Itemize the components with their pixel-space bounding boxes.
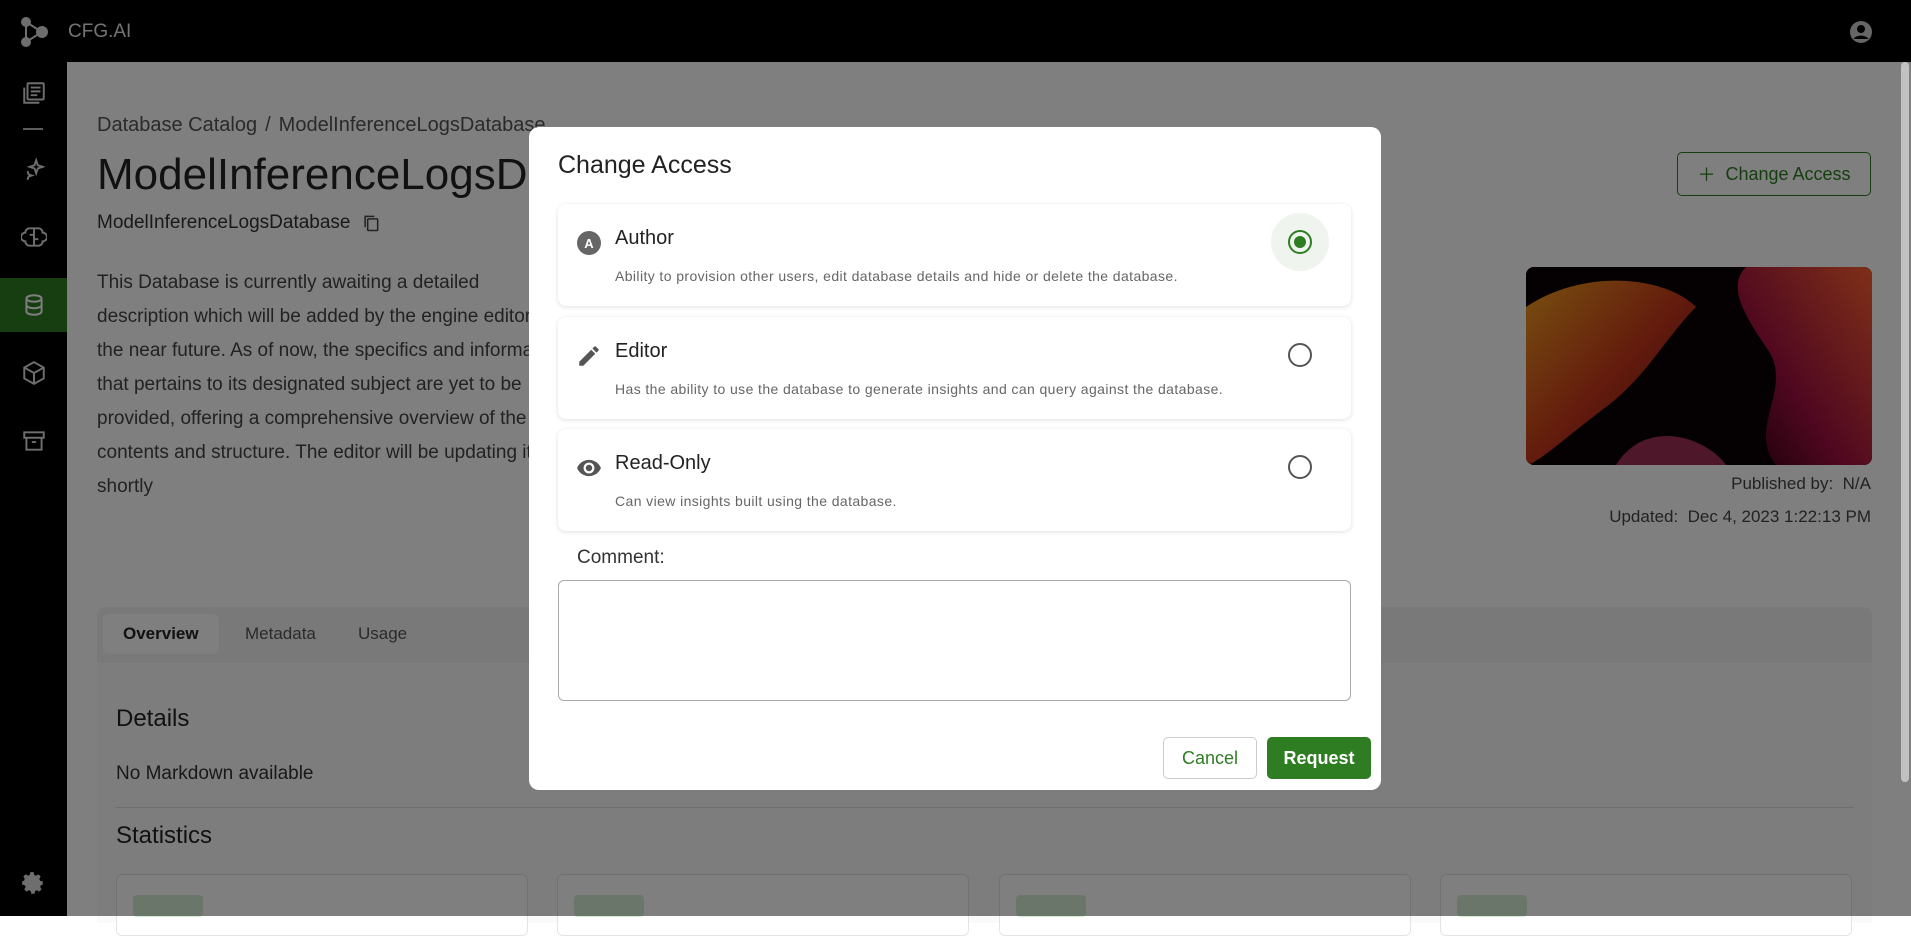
pencil-icon (579, 346, 599, 366)
option-label: Editor (615, 340, 668, 362)
option-label: Author (615, 227, 674, 249)
option-description: Ability to provision other users, edit d… (615, 268, 1178, 284)
author-radio[interactable] (1288, 230, 1312, 254)
access-option-author[interactable]: A Author Ability to provision other user… (558, 204, 1351, 306)
comment-input[interactable] (558, 580, 1351, 701)
editor-radio[interactable] (1288, 343, 1312, 367)
option-description: Can view insights built using the databa… (615, 493, 897, 509)
page-scrollbar[interactable] (1901, 62, 1909, 782)
access-option-editor[interactable]: Editor Has the ability to use the databa… (558, 317, 1351, 419)
access-option-read-only[interactable]: Read-Only Can view insights built using … (558, 429, 1351, 531)
comment-label: Comment: (577, 547, 665, 568)
option-description: Has the ability to use the database to g… (615, 381, 1224, 397)
dialog-title: Change Access (558, 151, 732, 179)
read-only-radio[interactable] (1288, 455, 1312, 479)
eye-icon (577, 459, 601, 477)
svg-text:A: A (584, 236, 594, 251)
change-access-dialog: Change Access A Author Ability to provis… (529, 127, 1381, 790)
request-button[interactable]: Request (1267, 737, 1371, 779)
author-badge-icon: A (577, 231, 601, 255)
cancel-button[interactable]: Cancel (1163, 737, 1257, 779)
option-label: Read-Only (615, 452, 711, 474)
